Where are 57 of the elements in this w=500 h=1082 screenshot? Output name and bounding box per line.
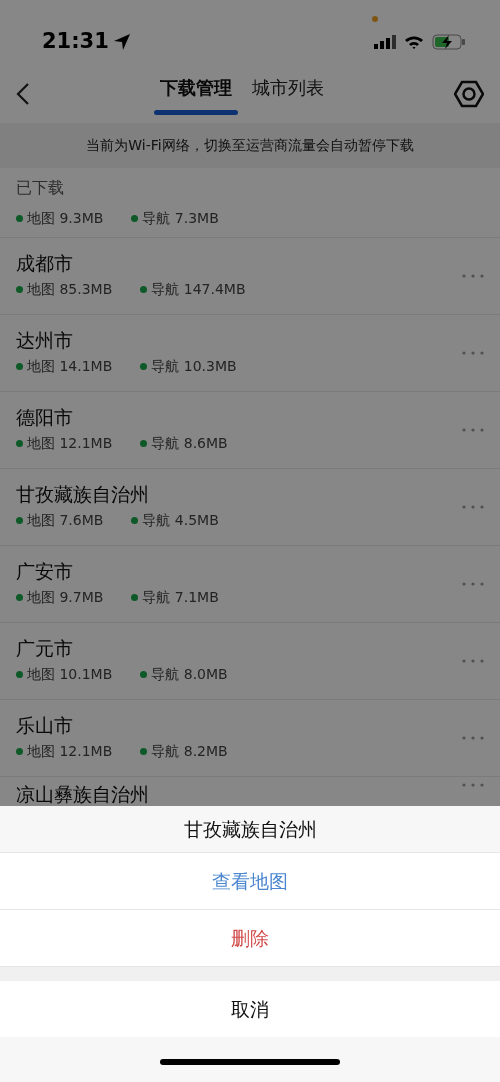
size-text: 导航 8.0MB [151, 664, 228, 684]
battery-charging-icon [432, 33, 466, 50]
wifi-icon [404, 34, 424, 49]
size-text: 地图 10.1MB [27, 664, 113, 684]
city-name: 广安市 [16, 560, 74, 583]
size-text: 地图 7.6MB [27, 510, 104, 530]
settings-icon [454, 80, 484, 108]
size-text: 地图 12.1MB [27, 433, 113, 453]
status-dot-icon [140, 439, 148, 447]
size-text: 导航 8.2MB [151, 741, 228, 761]
city-name: 乐山市 [16, 714, 74, 737]
tab[interactable]: 下载管理 [154, 73, 238, 107]
tab[interactable]: 城市列表 [246, 73, 330, 107]
status-dot-icon [16, 516, 23, 524]
status-dot-icon [140, 285, 148, 293]
back-button[interactable] [16, 82, 30, 106]
size-text: 导航 8.6MB [151, 433, 228, 453]
location-arrow-icon [112, 32, 131, 51]
status-dot-icon [16, 285, 23, 293]
status-dot-icon [131, 593, 139, 601]
status-dot-icon [16, 439, 23, 447]
status-dot-icon [140, 362, 148, 370]
size-text: 地图 14.1MB [27, 356, 113, 376]
size-text: 地图 85.3MB [27, 279, 113, 299]
status-dot-icon [16, 593, 23, 601]
city-name: 广元市 [16, 637, 74, 660]
status-dot-icon [16, 215, 23, 222]
size-text: 导航 10.3MB [151, 356, 237, 376]
settings-button[interactable] [454, 80, 484, 108]
size-text: 地图 12.1MB [27, 741, 113, 761]
action-button[interactable]: 删除 [0, 910, 500, 967]
size-text: 导航 4.5MB [142, 510, 219, 530]
size-text: 地图 9.3MB [27, 209, 104, 228]
back-icon [16, 82, 30, 106]
city-name: 甘孜藏族自治州 [16, 483, 150, 506]
status-dot-icon [140, 747, 148, 755]
notice-text: 当前为Wi-Fi网络，切换至运营商流量会自动暂停下载 [0, 123, 500, 168]
size-text: 导航 7.1MB [142, 587, 219, 607]
cancel-button[interactable]: 取消 [0, 981, 500, 1037]
status-dot-icon [16, 362, 23, 370]
status-dot-icon [131, 516, 139, 524]
size-text: 导航 147.4MB [151, 279, 246, 299]
section-header: 已下载 [16, 178, 64, 197]
city-name: 德阳市 [16, 406, 74, 429]
status-dot-icon [16, 747, 23, 755]
action-button[interactable]: 查看地图 [0, 853, 500, 910]
status-dot-icon [140, 670, 148, 678]
status-time: 21:31 [42, 27, 109, 55]
size-text: 导航 7.3MB [142, 209, 219, 228]
size-text: 地图 9.7MB [27, 587, 104, 607]
city-name: 达州市 [16, 329, 74, 352]
status-dot-icon [131, 215, 139, 222]
signal-icon [374, 34, 396, 49]
city-name: 成都市 [16, 252, 74, 275]
privacy-dot-icon [372, 15, 378, 22]
city-name: 凉山彝族自治州 [16, 783, 149, 806]
status-dot-icon [16, 670, 23, 678]
